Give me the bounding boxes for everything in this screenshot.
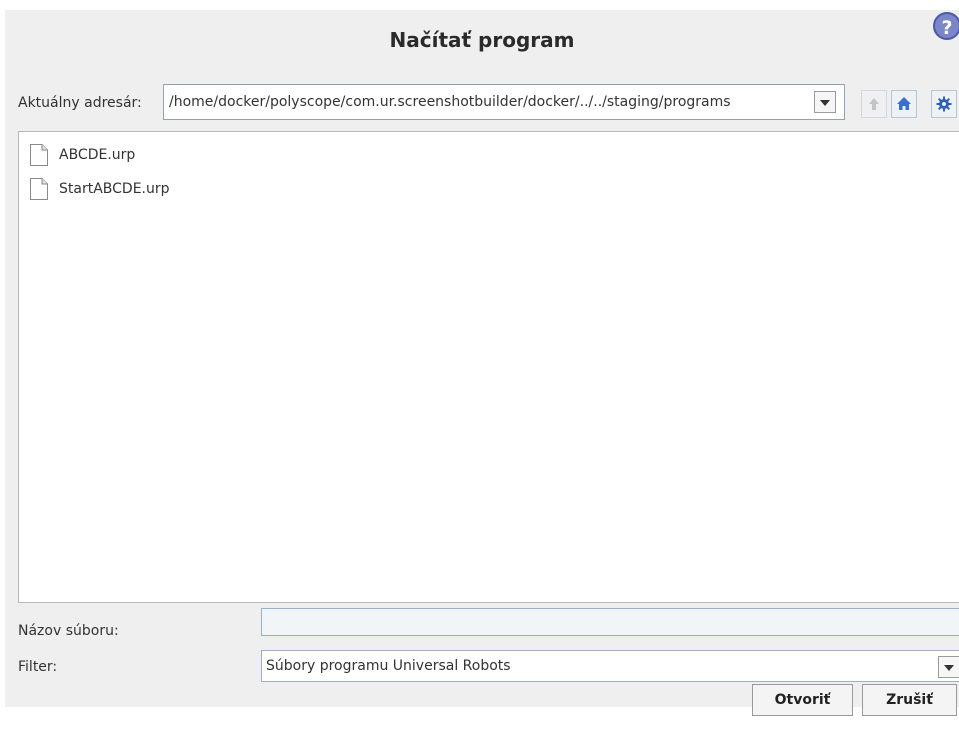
help-icon[interactable]: ?	[933, 12, 959, 40]
cancel-button[interactable]: Zrušiť	[862, 684, 957, 716]
filename-label: Názov súboru:	[18, 623, 119, 639]
gear-icon	[936, 96, 952, 112]
load-program-dialog: Načítať program ? Aktuálny adresár: /hom…	[5, 10, 959, 707]
settings-button[interactable]	[931, 90, 957, 118]
file-icon	[30, 178, 48, 200]
chevron-down-icon[interactable]	[938, 656, 959, 678]
directory-combobox[interactable]: /home/docker/polyscope/com.ur.screenshot…	[163, 84, 845, 120]
file-name: StartABCDE.urp	[59, 181, 170, 197]
directory-label: Aktuálny adresár:	[18, 95, 142, 111]
home-button[interactable]	[891, 90, 917, 118]
home-icon	[897, 97, 911, 110]
directory-path: /home/docker/polyscope/com.ur.screenshot…	[169, 94, 731, 110]
dialog-title: Načítať program	[389, 28, 575, 52]
file-name: ABCDE.urp	[59, 147, 136, 163]
filter-select[interactable]: Súbory programu Universal Robots	[261, 650, 959, 682]
open-button[interactable]: Otvoriť	[752, 684, 853, 716]
file-list[interactable]: ABCDE.urp StartABCDE.urp	[18, 131, 959, 603]
up-folder-button[interactable]	[861, 90, 887, 118]
filter-value: Súbory programu Universal Robots	[266, 658, 511, 674]
filename-input[interactable]	[261, 608, 959, 636]
chevron-down-icon[interactable]	[814, 91, 836, 113]
file-icon	[30, 144, 48, 166]
filter-label: Filter:	[18, 659, 58, 675]
arrow-up-icon	[869, 98, 879, 110]
help-symbol: ?	[941, 17, 953, 39]
